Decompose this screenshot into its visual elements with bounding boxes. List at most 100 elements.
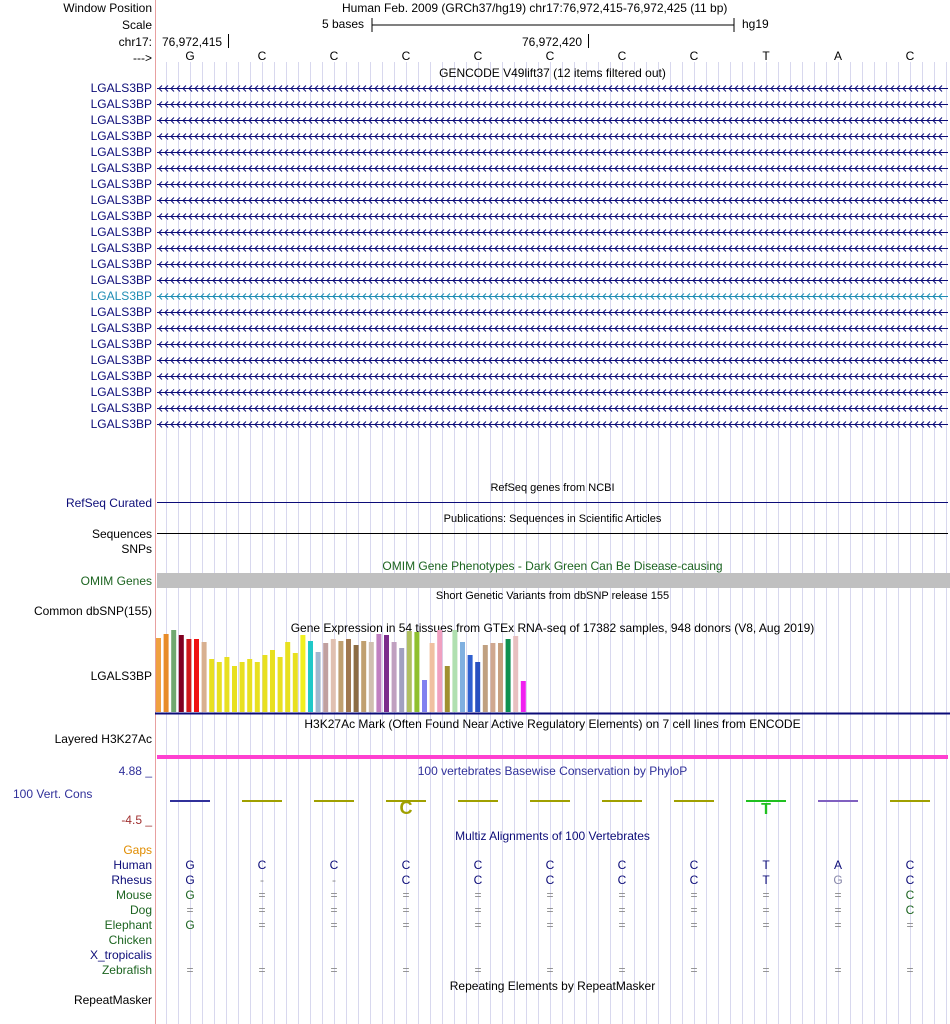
multiz-title[interactable]: Multiz Alignments of 100 Vertebrates: [155, 829, 950, 843]
gencode-item-label[interactable]: LGALS3BP: [91, 81, 152, 95]
multiz-base: =: [690, 918, 698, 932]
gencode-transcript[interactable]: [155, 225, 950, 239]
dbsnp-label[interactable]: Common dbSNP(155): [34, 604, 152, 618]
gencode-item-label[interactable]: LGALS3BP: [91, 369, 152, 383]
gencode-transcript[interactable]: [155, 241, 950, 255]
gencode-item-label[interactable]: LGALS3BP: [91, 305, 152, 319]
refseq-label[interactable]: RefSeq Curated: [66, 496, 152, 510]
gencode-item-label[interactable]: LGALS3BP: [91, 161, 152, 175]
multiz-base: =: [186, 903, 194, 917]
multiz-base: =: [546, 963, 554, 977]
publications-line[interactable]: [157, 533, 948, 534]
multiz-base: =: [474, 963, 482, 977]
gaps-label[interactable]: Gaps: [123, 843, 152, 857]
omim-title[interactable]: OMIM Gene Phenotypes - Dark Green Can Be…: [155, 559, 950, 573]
repeatmasker-title[interactable]: Repeating Elements by RepeatMasker: [155, 979, 950, 993]
publications-label[interactable]: Sequences: [92, 527, 152, 541]
multiz-base: G: [185, 888, 195, 902]
multiz-species-label[interactable]: Rhesus: [111, 873, 152, 887]
snps-label[interactable]: SNPs: [121, 542, 152, 556]
gencode-item-label[interactable]: LGALS3BP: [91, 257, 152, 271]
gtex-bar: [201, 642, 207, 712]
gencode-transcript[interactable]: [155, 145, 950, 159]
gencode-transcript[interactable]: [155, 129, 950, 143]
gencode-transcript[interactable]: [155, 417, 950, 431]
multiz-base: =: [330, 888, 338, 902]
multiz-species-label[interactable]: Dog: [130, 903, 152, 917]
refseq-line[interactable]: [157, 502, 948, 503]
multiz-species-label[interactable]: Mouse: [116, 888, 152, 902]
gencode-transcript[interactable]: [155, 97, 950, 111]
gencode-transcript[interactable]: [155, 161, 950, 175]
h3k27ac-label[interactable]: Layered H3K27Ac: [55, 732, 152, 746]
omim-bar[interactable]: [157, 573, 950, 588]
scale-bar: [371, 18, 735, 32]
multiz-base: =: [762, 888, 770, 902]
multiz-base: C: [401, 858, 411, 872]
gencode-item-label[interactable]: LGALS3BP: [91, 225, 152, 239]
multiz-base: C: [905, 888, 915, 902]
gencode-item-label[interactable]: LGALS3BP: [91, 321, 152, 335]
gencode-transcript[interactable]: [155, 369, 950, 383]
h3k27ac-title[interactable]: H3K27Ac Mark (Often Found Near Active Re…: [155, 717, 950, 731]
multiz-base: -: [332, 873, 336, 887]
gencode-transcript[interactable]: [155, 321, 950, 335]
gencode-transcript[interactable]: [155, 401, 950, 415]
multiz-species-label[interactable]: Chicken: [109, 933, 152, 947]
multiz-base: =: [474, 903, 482, 917]
multiz-base: =: [258, 903, 266, 917]
gencode-transcript[interactable]: [155, 257, 950, 271]
gencode-item-label[interactable]: LGALS3BP: [91, 273, 152, 287]
multiz-species-label[interactable]: Zebrafish: [102, 963, 152, 977]
gencode-item-label[interactable]: LGALS3BP: [91, 145, 152, 159]
gencode-transcript[interactable]: [155, 353, 950, 367]
gencode-item-label[interactable]: LGALS3BP: [91, 113, 152, 127]
gencode-item-label[interactable]: LGALS3BP: [91, 401, 152, 415]
multiz-species-label[interactable]: Elephant: [105, 918, 152, 932]
base-letter: C: [905, 49, 915, 63]
refseq-title[interactable]: RefSeq genes from NCBI: [155, 482, 950, 494]
omim-label[interactable]: OMIM Genes: [81, 574, 152, 588]
gencode-transcript[interactable]: [155, 337, 950, 351]
gencode-transcript[interactable]: [155, 193, 950, 207]
multiz-base: C: [905, 903, 915, 917]
gencode-transcript[interactable]: [155, 81, 950, 95]
gencode-transcript[interactable]: [155, 305, 950, 319]
base-letter: C: [329, 49, 339, 63]
gtex-bar: [216, 662, 222, 712]
conservation-title[interactable]: 100 vertebrates Basewise Conservation by…: [155, 764, 950, 778]
dbsnp-title[interactable]: Short Genetic Variants from dbSNP releas…: [155, 590, 950, 602]
gencode-transcript[interactable]: [155, 177, 950, 191]
gencode-transcript[interactable]: [155, 113, 950, 127]
multiz-species-label[interactable]: Human: [113, 858, 152, 872]
gencode-item-label[interactable]: LGALS3BP: [91, 241, 152, 255]
gencode-item-label[interactable]: LGALS3BP: [91, 337, 152, 351]
gencode-item-label[interactable]: LGALS3BP: [91, 177, 152, 191]
gencode-item-label[interactable]: LGALS3BP: [91, 209, 152, 223]
repeatmasker-label[interactable]: RepeatMasker: [74, 993, 152, 1007]
multiz-base: C: [905, 873, 915, 887]
h3k27ac-signal[interactable]: [157, 755, 948, 759]
gencode-item-label[interactable]: LGALS3BP: [91, 97, 152, 111]
conservation-letter: T: [761, 801, 771, 818]
gencode-transcript[interactable]: [155, 385, 950, 399]
conservation-logo[interactable]: CT: [0, 790, 950, 820]
gencode-transcript[interactable]: [155, 273, 950, 287]
gencode-item-label[interactable]: LGALS3BP: [91, 129, 152, 143]
gtex-label[interactable]: LGALS3BP: [91, 669, 152, 683]
gencode-item-label[interactable]: LGALS3BP: [91, 353, 152, 367]
gencode-item-label[interactable]: LGALS3BP: [91, 289, 152, 303]
gtex-bar: [376, 634, 382, 712]
gencode-transcript[interactable]: [155, 209, 950, 223]
gtex-bar: [498, 643, 503, 712]
gtex-bar: [300, 635, 306, 712]
gencode-item-label[interactable]: LGALS3BP: [91, 193, 152, 207]
multiz-base: =: [474, 888, 482, 902]
gtex-chart[interactable]: [155, 630, 950, 716]
gencode-transcript[interactable]: [155, 289, 950, 303]
multiz-species-label[interactable]: X_tropicalis: [90, 948, 152, 962]
gencode-item-label[interactable]: LGALS3BP: [91, 385, 152, 399]
publications-title[interactable]: Publications: Sequences in Scientific Ar…: [155, 513, 950, 525]
gencode-title[interactable]: GENCODE V49lift37 (12 items filtered out…: [155, 66, 950, 80]
gencode-item-label[interactable]: LGALS3BP: [91, 417, 152, 431]
